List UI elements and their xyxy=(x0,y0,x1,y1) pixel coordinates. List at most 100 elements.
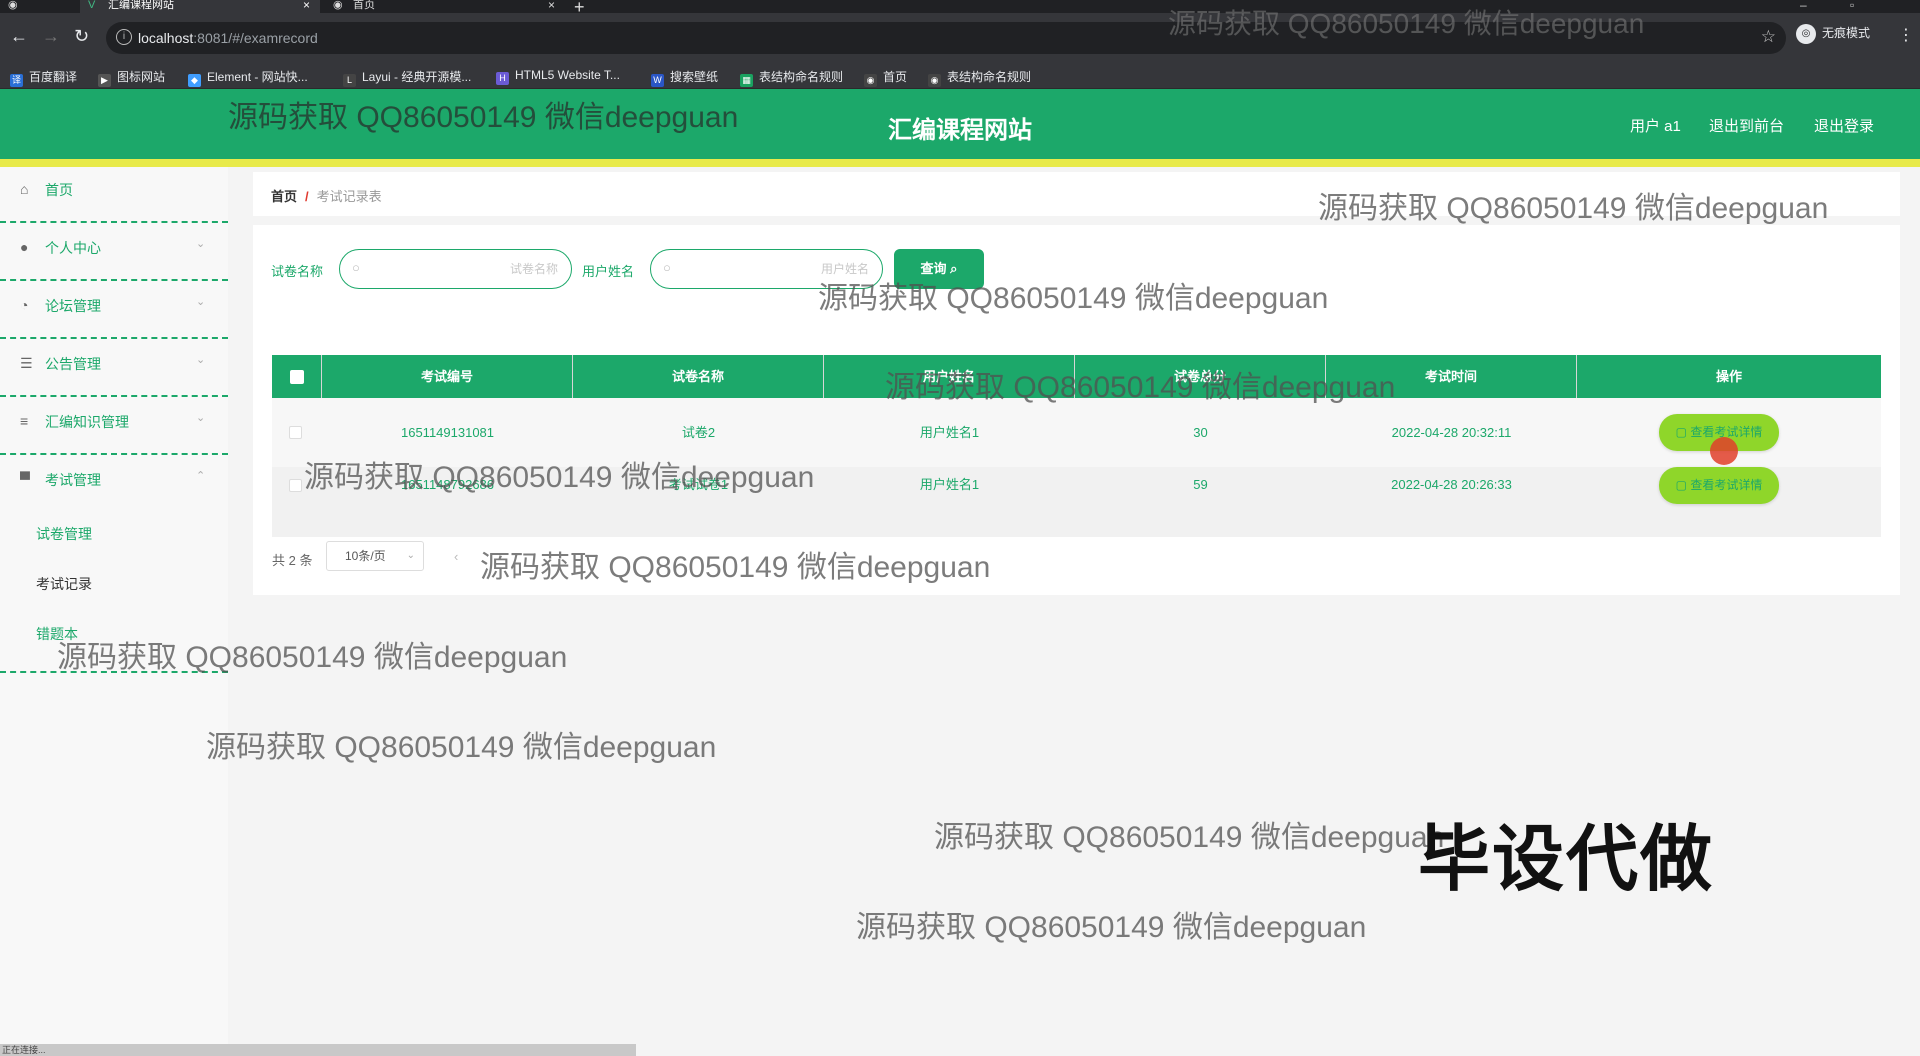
watermark-text: 源码获取 QQ86050149 微信deepguan xyxy=(57,641,568,674)
maximize-icon[interactable]: ▫ xyxy=(1850,0,1854,12)
bookmark-item[interactable]: W 搜索壁纸 xyxy=(651,68,718,87)
sheet-icon: ▦ xyxy=(740,74,753,87)
bookmark-star-icon[interactable]: ☆ xyxy=(1761,27,1776,47)
bookmark-item[interactable]: ▶ 图标网站 xyxy=(98,68,165,87)
list-icon: ≡ xyxy=(20,413,29,429)
watermark-text: 源码获取 QQ86050149 微信deepguan xyxy=(480,551,991,584)
bookmark-item[interactable]: ◉ 表结构命名规则 xyxy=(928,68,1031,87)
page-size-select[interactable]: 10条/页 ⌄ xyxy=(326,541,424,571)
chevron-down-icon: ⌄ xyxy=(196,354,206,366)
user-name-cell: 用户姓名1 xyxy=(919,425,980,440)
element-icon: ◆ xyxy=(188,74,201,87)
select-all-cell xyxy=(272,355,322,398)
bookmark-item[interactable]: L Layui - 经典开源模... xyxy=(343,68,471,87)
paper-name-search[interactable]: ○ xyxy=(339,249,572,289)
breadcrumb-current: 考试记录表 xyxy=(316,189,382,204)
document-icon: ▢ xyxy=(1675,425,1691,439)
column-header[interactable]: 考试编号 xyxy=(322,355,573,398)
watermark-text: 源码获取 QQ86050149 微信deepguan xyxy=(206,731,717,764)
sidebar: ⌂ 首页 ● 个人中心 ⌄ ◔ 论坛管理 ⌄ ☰ 公告管理 ⌄ ≡ 汇编知识管理… xyxy=(0,167,228,1056)
status-bar: 正在连接... xyxy=(0,1044,636,1056)
paper-name-input[interactable] xyxy=(370,258,558,280)
total-count: 共 2 条 xyxy=(272,553,313,568)
row-checkbox[interactable] xyxy=(289,479,302,492)
paper-name-label: 试卷名称 xyxy=(271,264,324,279)
layui-icon: L xyxy=(343,74,356,87)
bookmark-item[interactable]: H HTML5 Website T... xyxy=(496,68,620,85)
logout-link[interactable]: 退出登录 xyxy=(1814,115,1874,136)
watermark-text: 源码获取 QQ86050149 微信deepguan xyxy=(934,821,1445,854)
back-to-front-link[interactable]: 退出到前台 xyxy=(1709,115,1784,136)
bookmark-item[interactable]: 译百度翻译 xyxy=(10,68,77,87)
user-name-label: 用户姓名 xyxy=(582,264,635,279)
current-user: 用户 a1 xyxy=(1630,118,1681,135)
browser-menu[interactable]: ◉ xyxy=(0,0,60,13)
breadcrumb-home[interactable]: 首页 xyxy=(271,189,297,204)
forum-icon: ◔ xyxy=(20,297,29,313)
home-icon: ⌂ xyxy=(20,181,29,197)
bookmark-item[interactable]: ◉ 首页 xyxy=(864,68,907,87)
globe-icon: ◉ xyxy=(333,0,343,11)
html5-icon: H xyxy=(496,72,509,85)
notice-icon: ☰ xyxy=(20,355,33,371)
forward-icon[interactable]: → xyxy=(42,26,60,46)
chevron-down-icon: ⌄ xyxy=(406,550,415,561)
more-icon[interactable]: ⋮ xyxy=(1898,25,1914,45)
exam-icon: ▀ xyxy=(20,471,30,487)
browser-tab[interactable]: ◉ 首页 × xyxy=(325,0,565,13)
user-name-cell: 用户姓名1 xyxy=(919,477,980,492)
sidebar-item-notice[interactable]: ☰ 公告管理 ⌄ xyxy=(0,341,228,397)
row-checkbox[interactable] xyxy=(289,426,302,439)
chevron-down-icon: ⌄ xyxy=(196,238,206,250)
prev-page-icon[interactable]: ‹ xyxy=(454,549,458,564)
promo-overlay-text: 毕设代做 xyxy=(1418,820,1715,900)
click-indicator xyxy=(1710,437,1738,465)
column-header[interactable]: 试卷名称 xyxy=(573,355,824,398)
chevron-down-icon: ⌄ xyxy=(196,296,206,308)
info-icon[interactable]: i xyxy=(116,29,132,45)
minimize-icon[interactable]: – xyxy=(1800,0,1807,12)
sidebar-subitem-papers[interactable]: 试卷管理 xyxy=(36,524,92,544)
select-all-checkbox[interactable] xyxy=(290,370,304,384)
breadcrumb-separator: / xyxy=(305,189,309,204)
exam-time-cell: 2022-04-28 20:26:33 xyxy=(1391,477,1512,492)
watermark-text: 源码获取 QQ86050149 微信deepguan xyxy=(818,282,1329,315)
score-cell: 30 xyxy=(1193,425,1208,440)
search-icon: ○ xyxy=(663,260,671,275)
flag-icon: ▶ xyxy=(98,74,111,87)
chevron-down-icon: ⌄ xyxy=(196,412,206,424)
exam-time-cell: 2022-04-28 20:32:11 xyxy=(1391,425,1512,440)
score-cell: 59 xyxy=(1193,477,1208,492)
watermark-text: 源码获取 QQ86050149 微信deepguan xyxy=(885,371,1396,404)
url-text[interactable]: localhost:8081/#/examrecord xyxy=(138,30,318,46)
view-detail-button[interactable]: ▢ 查看考试详情 xyxy=(1659,467,1779,504)
bookmarks-bar: 译百度翻译 ▶ 图标网站 ◆ Element - 网站快... L Layui - 经… xyxy=(0,63,1920,89)
user-icon: ● xyxy=(20,239,29,255)
browser-tab-active[interactable]: V 汇编课程网站 × xyxy=(80,0,320,13)
incognito-indicator[interactable]: ◎ 无痕模式 xyxy=(1796,24,1870,44)
sidebar-subitem-records[interactable]: 考试记录 xyxy=(36,574,92,594)
watermark-text: 源码获取 QQ86050149 微信deepguan xyxy=(1318,192,1829,225)
watermark-text: 源码获取 QQ86050149 微信deepguan xyxy=(304,461,815,494)
sidebar-item-home[interactable]: ⌂ 首页 xyxy=(0,167,228,223)
bookmark-item[interactable]: ▦ 表结构命名规则 xyxy=(740,68,843,87)
back-icon[interactable]: ← xyxy=(10,26,28,46)
wallpaper-icon: W xyxy=(651,74,664,87)
globe-icon: ◉ xyxy=(928,74,941,87)
tab-label: 首页 xyxy=(353,0,375,11)
sidebar-item-forum[interactable]: ◔ 论坛管理 ⌄ xyxy=(0,283,228,339)
incognito-icon: ◎ xyxy=(1796,24,1816,44)
header-accent-line xyxy=(0,159,1920,167)
document-icon: ▢ xyxy=(1675,478,1691,492)
watermark-text: 源码获取 QQ86050149 微信deepguan xyxy=(856,911,1367,944)
translate-icon: 译 xyxy=(10,74,23,87)
close-icon[interactable]: × xyxy=(548,0,555,11)
search-icon: ○ xyxy=(352,260,360,275)
sidebar-item-knowledge[interactable]: ≡ 汇编知识管理 ⌄ xyxy=(0,399,228,455)
column-header: 操作 xyxy=(1715,369,1742,384)
vue-icon: V xyxy=(88,0,96,11)
bookmark-item[interactable]: ◆ Element - 网站快... xyxy=(188,68,308,87)
close-icon[interactable]: × xyxy=(303,0,310,11)
sidebar-item-profile[interactable]: ● 个人中心 ⌄ xyxy=(0,225,228,281)
reload-icon[interactable]: ↻ xyxy=(74,26,89,46)
